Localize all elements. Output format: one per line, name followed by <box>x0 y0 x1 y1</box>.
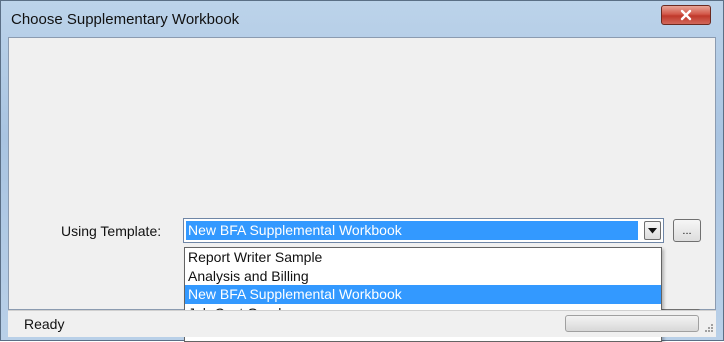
resize-grip-icon[interactable] <box>704 323 714 333</box>
using-template-label: Using Template: <box>61 223 162 239</box>
status-bar: Ready <box>8 310 716 337</box>
title-bar[interactable]: Choose Supplementary Workbook <box>1 1 723 37</box>
close-icon <box>680 9 692 21</box>
template-combobox[interactable]: New BFA Supplemental Workbook <box>183 218 664 243</box>
dropdown-item[interactable]: Analysis and Billing <box>185 267 661 286</box>
dialog-window: Choose Supplementary Workbook Using Temp… <box>0 0 724 342</box>
combobox-dropdown-button[interactable] <box>644 221 661 240</box>
browse-button[interactable]: ... <box>673 219 701 242</box>
status-text: Ready <box>24 316 65 332</box>
close-button[interactable] <box>661 5 711 25</box>
chevron-down-icon <box>648 227 657 233</box>
dropdown-item[interactable]: Report Writer Sample <box>185 248 661 267</box>
template-combobox-value[interactable]: New BFA Supplemental Workbook <box>186 221 638 240</box>
window-title: Choose Supplementary Workbook <box>11 11 240 28</box>
progress-bar <box>565 315 699 332</box>
dialog-client-area: Using Template: New BFA Supplemental Wor… <box>8 37 716 342</box>
dropdown-item-selected[interactable]: New BFA Supplemental Workbook <box>185 285 661 304</box>
